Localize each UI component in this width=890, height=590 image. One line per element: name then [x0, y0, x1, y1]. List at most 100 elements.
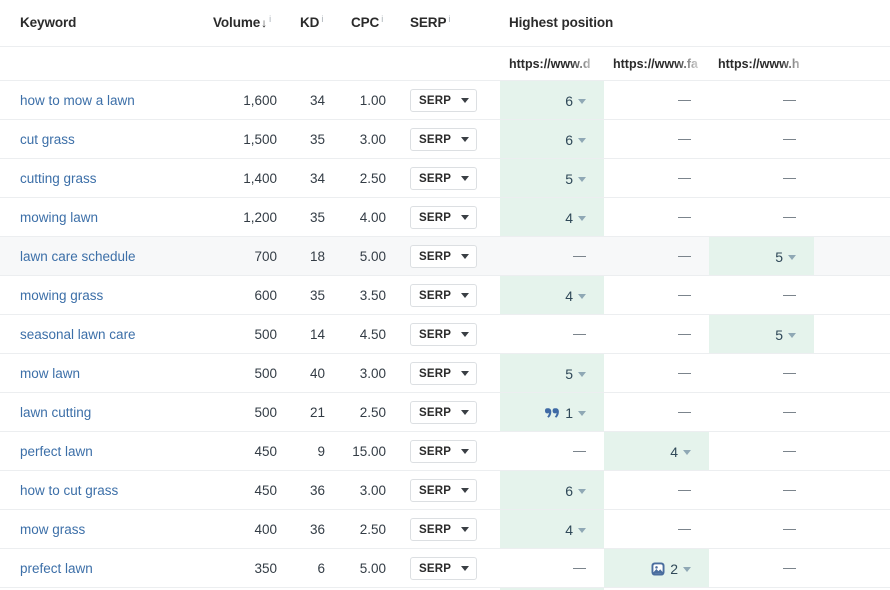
- empty-value-dash: [573, 567, 586, 570]
- keyword-link[interactable]: mow grass: [20, 510, 205, 549]
- position-cell-overflow: [814, 471, 890, 510]
- position-cell[interactable]: 4: [500, 198, 604, 237]
- position-cell[interactable]: 5: [500, 159, 604, 198]
- info-icon[interactable]: i: [321, 14, 323, 24]
- cpc-value: 2.50: [359, 522, 386, 537]
- table-row[interactable]: cutting grass 1,400 34 2.50 SERP 5: [0, 158, 890, 198]
- keyword-link[interactable]: how to cut grass: [20, 471, 205, 510]
- info-icon[interactable]: i: [269, 14, 271, 24]
- competitor-url-text: https://www.d: [509, 57, 591, 71]
- position-cell-overflow: [814, 432, 890, 471]
- chevron-down-icon: [578, 177, 586, 182]
- serp-dropdown-button[interactable]: SERP: [410, 479, 478, 502]
- position-cell[interactable]: 5: [709, 237, 814, 276]
- serp-dropdown-button[interactable]: SERP: [410, 206, 478, 229]
- table-row[interactable]: cut grass 1,500 35 3.00 SERP 6: [0, 119, 890, 159]
- column-header-competitor-url-1[interactable]: https://www.fa: [604, 47, 709, 81]
- serp-button-label: SERP: [419, 406, 452, 419]
- column-header-serp[interactable]: SERP i: [410, 14, 450, 30]
- keyword-link[interactable]: lawn care schedule: [20, 237, 205, 276]
- table-row[interactable]: prefect lawn 350 6 5.00 SERP 2: [0, 548, 890, 588]
- column-header-keyword-label: Keyword: [20, 15, 77, 30]
- table-row[interactable]: how to cut grass 450 36 3.00 SERP 6: [0, 470, 890, 510]
- table-row[interactable]: mow lawn 500 40 3.00 SERP 5: [0, 353, 890, 393]
- column-header-competitor-url-0[interactable]: https://www.d: [500, 47, 604, 81]
- column-header-kd-label: KD: [300, 15, 320, 30]
- keyword-link[interactable]: mowing grass: [20, 276, 205, 315]
- keyword-link[interactable]: mow lawn: [20, 354, 205, 393]
- keyword-link[interactable]: prefect lawn: [20, 549, 205, 588]
- position-cell: [500, 549, 604, 588]
- serp-dropdown-button[interactable]: SERP: [410, 518, 478, 541]
- keyword-link[interactable]: mowing lawn: [20, 198, 205, 237]
- volume-value: 500: [254, 327, 277, 342]
- position-value: 5: [565, 170, 573, 187]
- position-cell[interactable]: 6: [500, 120, 604, 159]
- volume-value: 450: [254, 483, 277, 498]
- position-value: 5: [565, 365, 573, 382]
- keyword-link[interactable]: seasonal lawn care: [20, 315, 205, 354]
- position-cell-overflow: [814, 237, 890, 276]
- position-cell[interactable]: 2: [604, 549, 709, 588]
- position-cell: [604, 510, 709, 549]
- serp-dropdown-button[interactable]: SERP: [410, 167, 478, 190]
- position-value: 5: [775, 248, 783, 265]
- keyword-link[interactable]: how to mow a lawn: [20, 81, 205, 120]
- info-icon[interactable]: i: [381, 14, 383, 24]
- table-row[interactable]: mowing lawn 1,200 35 4.00 SERP 4: [0, 197, 890, 237]
- column-header-kd[interactable]: KD i: [300, 14, 323, 30]
- serp-dropdown-button[interactable]: SERP: [410, 245, 478, 268]
- keyword-link[interactable]: cutting grass: [20, 159, 205, 198]
- table-row[interactable]: seasonal lawn care 500 14 4.50 SERP 5: [0, 314, 890, 354]
- keyword-table: Keyword Volume↓ i KD i CPC i SERP i Highest …: [0, 0, 890, 590]
- volume-value: 1,200: [243, 210, 277, 225]
- kd-value: 21: [309, 405, 325, 420]
- chevron-down-icon: [461, 449, 470, 454]
- chevron-down-icon: [461, 527, 470, 532]
- position-value: 6: [565, 482, 573, 499]
- keyword-link[interactable]: lawn cutting: [20, 393, 205, 432]
- position-value: 5: [775, 326, 783, 343]
- chevron-down-icon: [578, 372, 586, 377]
- position-cell[interactable]: 6: [500, 471, 604, 510]
- table-row[interactable]: mowing grass 600 35 3.50 SERP 4: [0, 275, 890, 315]
- table-row[interactable]: lawn care schedule 700 18 5.00 SERP 5: [0, 236, 890, 276]
- position-cell[interactable]: 4: [500, 510, 604, 549]
- position-cell[interactable]: 5: [709, 315, 814, 354]
- serp-dropdown-button[interactable]: SERP: [410, 440, 478, 463]
- table-row[interactable]: mow grass 400 36 2.50 SERP 4: [0, 509, 890, 549]
- column-header-competitor-url-2[interactable]: https://www.h: [709, 47, 814, 81]
- table-row[interactable]: perfect lawn 450 9 15.00 SERP 4: [0, 431, 890, 471]
- table-row[interactable]: lawn cutting 500 21 2.50 SERP 1: [0, 392, 890, 432]
- serp-button-label: SERP: [419, 328, 452, 341]
- serp-dropdown-button[interactable]: SERP: [410, 128, 478, 151]
- position-cell[interactable]: 5: [500, 354, 604, 393]
- serp-button-label: SERP: [419, 211, 452, 224]
- position-cell: [709, 393, 814, 432]
- table-body: how to mow a lawn 1,600 34 1.00 SERP 6 cut gra…: [0, 80, 890, 590]
- table-row[interactable]: how to mow a lawn 1,600 34 1.00 SERP 6: [0, 80, 890, 120]
- serp-dropdown-button[interactable]: SERP: [410, 323, 478, 346]
- keyword-link[interactable]: cut grass: [20, 120, 205, 159]
- serp-dropdown-button[interactable]: SERP: [410, 557, 478, 580]
- position-cell[interactable]: 4: [604, 432, 709, 471]
- empty-value-dash: [783, 294, 796, 297]
- serp-cell: SERP: [410, 510, 490, 549]
- serp-dropdown-button[interactable]: SERP: [410, 89, 478, 112]
- column-header-volume-label: Volume: [213, 15, 261, 30]
- position-cell[interactable]: 6: [500, 81, 604, 120]
- column-header-cpc[interactable]: CPC i: [351, 14, 383, 30]
- position-cell: [604, 276, 709, 315]
- serp-dropdown-button[interactable]: SERP: [410, 362, 478, 385]
- column-header-keyword[interactable]: Keyword: [20, 15, 76, 30]
- serp-dropdown-button[interactable]: SERP: [410, 401, 478, 424]
- position-cell[interactable]: 1: [500, 393, 604, 432]
- serp-dropdown-button[interactable]: SERP: [410, 284, 478, 307]
- empty-value-dash: [783, 372, 796, 375]
- sort-descending-icon: ↓: [261, 16, 268, 30]
- info-icon[interactable]: i: [448, 14, 450, 24]
- cpc-value: 4.00: [359, 210, 386, 225]
- position-cell[interactable]: 4: [500, 276, 604, 315]
- keyword-link[interactable]: perfect lawn: [20, 432, 205, 471]
- column-header-volume[interactable]: Volume↓ i: [213, 14, 271, 30]
